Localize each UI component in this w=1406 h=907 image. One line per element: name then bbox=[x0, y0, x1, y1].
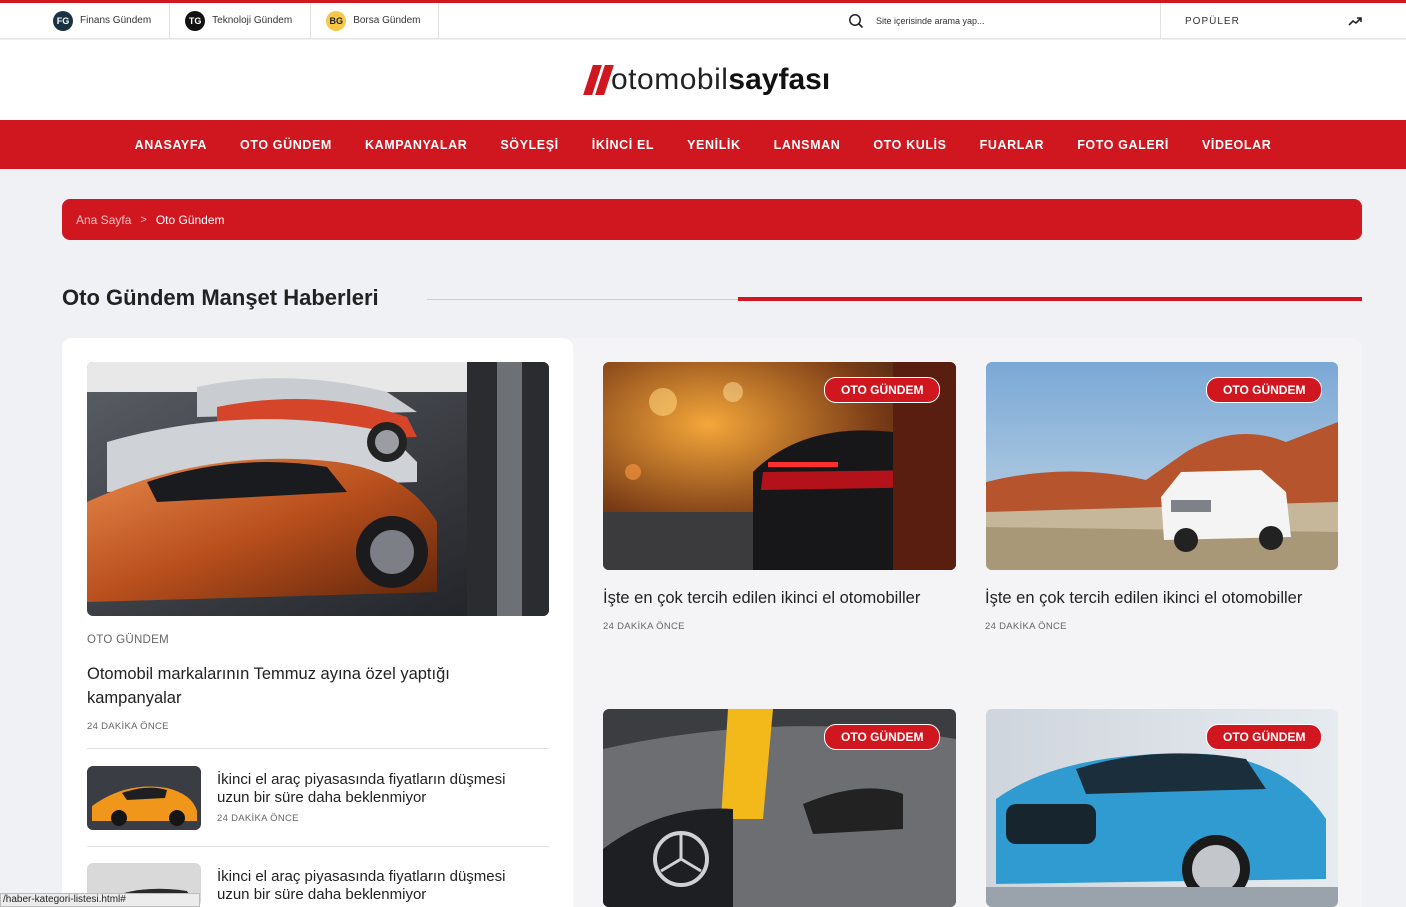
card-time: 24 DAKİKA ÖNCE bbox=[985, 621, 1067, 632]
card-title[interactable]: İşte en çok tercih edilen ikinci el otom… bbox=[603, 586, 963, 610]
section-title: Oto Gündem Manşet Haberleri bbox=[62, 285, 379, 310]
list-divider bbox=[87, 846, 549, 847]
card-category-badge[interactable]: OTO GÜNDEM bbox=[824, 724, 941, 750]
card-time: 24 DAKİKA ÖNCE bbox=[603, 621, 685, 632]
nav-oto-gundem[interactable]: OTO GÜNDEM bbox=[240, 138, 332, 152]
card-category-badge[interactable]: OTO GÜNDEM bbox=[1206, 377, 1323, 403]
search-icon bbox=[849, 14, 864, 29]
card-category-badge[interactable]: OTO GÜNDEM bbox=[824, 377, 941, 403]
breadcrumb-separator: > bbox=[140, 213, 147, 226]
site-link-label: Borsa Gündem bbox=[353, 15, 421, 26]
list-item-title[interactable]: İkinci el araç piyasasında fiyatların dü… bbox=[217, 771, 537, 807]
site-link-label: Finans Gündem bbox=[80, 15, 152, 26]
search-input[interactable]: Site içerisinde arama yap... bbox=[848, 3, 985, 39]
site-link-borsa[interactable]: BG Borsa Gündem bbox=[311, 2, 440, 39]
teknoloji-badge-icon: TG bbox=[185, 10, 206, 31]
trending-icon bbox=[1348, 17, 1362, 26]
breadcrumb: Ana Sayfa > Oto Gündem bbox=[62, 199, 1362, 240]
popular-button[interactable]: POPÜLER bbox=[1160, 3, 1406, 39]
breadcrumb-current: Oto Gündem bbox=[155, 212, 225, 227]
list-item-time: 24 DAKİKA ÖNCE bbox=[217, 813, 299, 824]
site-link-teknoloji[interactable]: TG Teknoloji Gündem bbox=[170, 2, 312, 39]
list-divider bbox=[87, 748, 549, 749]
site-link-label: Teknoloji Gündem bbox=[212, 15, 293, 26]
list-item-title[interactable]: İkinci el araç piyasasında fiyatların dü… bbox=[217, 868, 537, 904]
list-item-image[interactable] bbox=[87, 766, 201, 830]
search-placeholder: Site içerisinde arama yap... bbox=[876, 16, 985, 26]
breadcrumb-home[interactable]: Ana Sayfa bbox=[76, 213, 131, 227]
card-title[interactable]: İşte en çok tercih edilen ikinci el otom… bbox=[985, 586, 1345, 610]
featured-time: 24 DAKİKA ÖNCE bbox=[87, 721, 169, 732]
nav-soylesi[interactable]: SÖYLEŞİ bbox=[500, 138, 558, 152]
featured-category[interactable]: OTO GÜNDEM bbox=[87, 634, 169, 646]
logo-text-otomobil: otomobil bbox=[611, 63, 729, 96]
browser-status-bar: /haber-kategori-listesi.html# bbox=[0, 893, 200, 907]
nav-yenilik[interactable]: YENİLİK bbox=[687, 138, 741, 152]
nav-ikinci-el[interactable]: İKİNCİ EL bbox=[592, 138, 654, 152]
nav-foto-galeri[interactable]: FOTO GALERİ bbox=[1077, 138, 1169, 152]
card-category-badge[interactable]: OTO GÜNDEM bbox=[1206, 724, 1323, 750]
nav-oto-kulis[interactable]: OTO KULİS bbox=[873, 138, 946, 152]
nav-lansman[interactable]: LANSMAN bbox=[774, 138, 841, 152]
logo-text-sayfasi: sayfası bbox=[728, 63, 831, 96]
site-header: otomobil sayfası bbox=[0, 40, 1406, 120]
main-nav: ANASAYFA OTO GÜNDEM KAMPANYALAR SÖYLEŞİ … bbox=[0, 120, 1406, 169]
featured-title[interactable]: Otomobil markalarının Temmuz ayına özel … bbox=[87, 662, 527, 710]
nav-kampanyalar[interactable]: KAMPANYALAR bbox=[365, 138, 467, 152]
nav-fuarlar[interactable]: FUARLAR bbox=[980, 138, 1045, 152]
site-logo[interactable]: otomobil sayfası bbox=[583, 60, 831, 100]
section-title-accent bbox=[738, 297, 1362, 301]
nav-anasayfa[interactable]: ANASAYFA bbox=[135, 138, 207, 152]
popular-label: POPÜLER bbox=[1185, 15, 1240, 27]
finans-badge-icon: FG bbox=[53, 10, 73, 31]
site-link-finans[interactable]: FG Finans Gündem bbox=[0, 2, 171, 39]
logo-mark-icon bbox=[583, 65, 614, 95]
nav-videolar[interactable]: VİDEOLAR bbox=[1202, 138, 1271, 152]
borsa-badge-icon: BG bbox=[326, 10, 347, 31]
featured-image[interactable] bbox=[87, 362, 549, 616]
